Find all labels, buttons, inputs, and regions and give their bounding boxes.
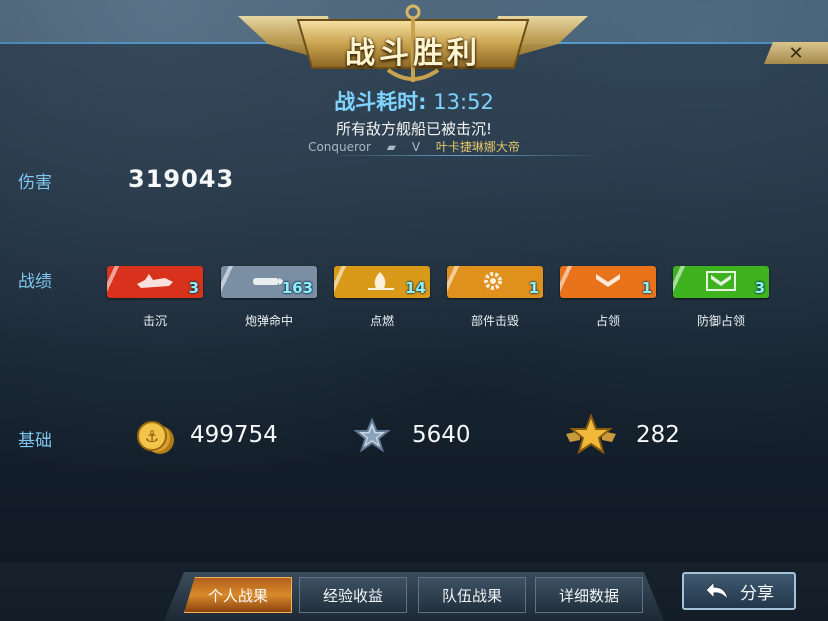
coin-icon: ⚓ (137, 421, 174, 454)
victory-emblem: 战斗胜利 (238, 4, 588, 84)
duration-label: 战斗耗时: (334, 90, 427, 114)
fire-icon (362, 270, 402, 296)
share-arrow-icon (705, 580, 729, 601)
matchup-row: Conqueror ▰ V 叶卡捷琳娜大帝 (0, 138, 828, 155)
experience-value: 5640 (412, 422, 471, 448)
enemy-ship-name: 叶卡捷琳娜大帝 (435, 140, 520, 154)
record-label: 战绩 (18, 272, 52, 292)
base-label: 基础 (18, 431, 52, 451)
rank-star-icon (566, 414, 616, 455)
share-label: 分享 (740, 583, 774, 604)
svg-text:⚓: ⚓ (145, 427, 159, 446)
tab-detailed-data[interactable]: 详细数据 (535, 577, 643, 613)
medal-5[interactable]: 1 (560, 266, 656, 298)
battle-duration: 战斗耗时: 13:52 (0, 86, 828, 116)
medal-label: 炮弹命中 (244, 314, 293, 328)
flag-icon: ▰ (386, 140, 397, 154)
damage-label: 伤害 (18, 173, 52, 193)
ship-icon (135, 270, 175, 296)
result-text: 所有敌方舰船已被击沉! (335, 120, 492, 138)
medal-1[interactable]: 3 (107, 266, 203, 298)
medal-label: 防御占领 (696, 314, 745, 328)
medal-6[interactable]: 3 (673, 266, 769, 298)
gear-icon (475, 270, 515, 296)
damage-value: 319043 (128, 165, 235, 193)
medal-4[interactable]: 1 (447, 266, 543, 298)
medal-label: 点燃 (369, 314, 394, 328)
medal-count: 14 (405, 279, 426, 297)
coins-value: 499754 (190, 422, 278, 448)
rank-points-value: 282 (636, 422, 680, 448)
medal-2[interactable]: 163 (221, 266, 317, 298)
close-icon: ✕ (788, 42, 804, 64)
tab-team-results[interactable]: 队伍战果 (418, 577, 526, 613)
divider (326, 155, 604, 156)
vs-label: V (411, 140, 421, 154)
tab-experience-gains[interactable]: 经验收益 (299, 577, 407, 613)
close-button[interactable]: ✕ (764, 42, 828, 64)
medal-count: 163 (281, 279, 313, 297)
victory-title: 战斗胜利 (345, 36, 481, 71)
duration-value: 13:52 (433, 90, 494, 114)
chevron-icon (588, 270, 628, 296)
medal-label: 占领 (595, 314, 620, 328)
share-button[interactable]: 分享 (682, 572, 796, 610)
medal-3[interactable]: 14 (334, 266, 430, 298)
medal-count: 3 (754, 279, 765, 297)
medal-count: 3 (188, 279, 199, 297)
medal-count: 1 (528, 279, 539, 297)
medal-count: 1 (641, 279, 652, 297)
experience-star-icon (354, 418, 390, 453)
tab-personal-results[interactable]: 个人战果 (184, 577, 292, 613)
medal-label: 击沉 (142, 314, 167, 328)
medal-label: 部件击毁 (470, 314, 519, 328)
shield-chevron-icon (701, 270, 741, 296)
player-ship-name: Conqueror (308, 140, 371, 154)
